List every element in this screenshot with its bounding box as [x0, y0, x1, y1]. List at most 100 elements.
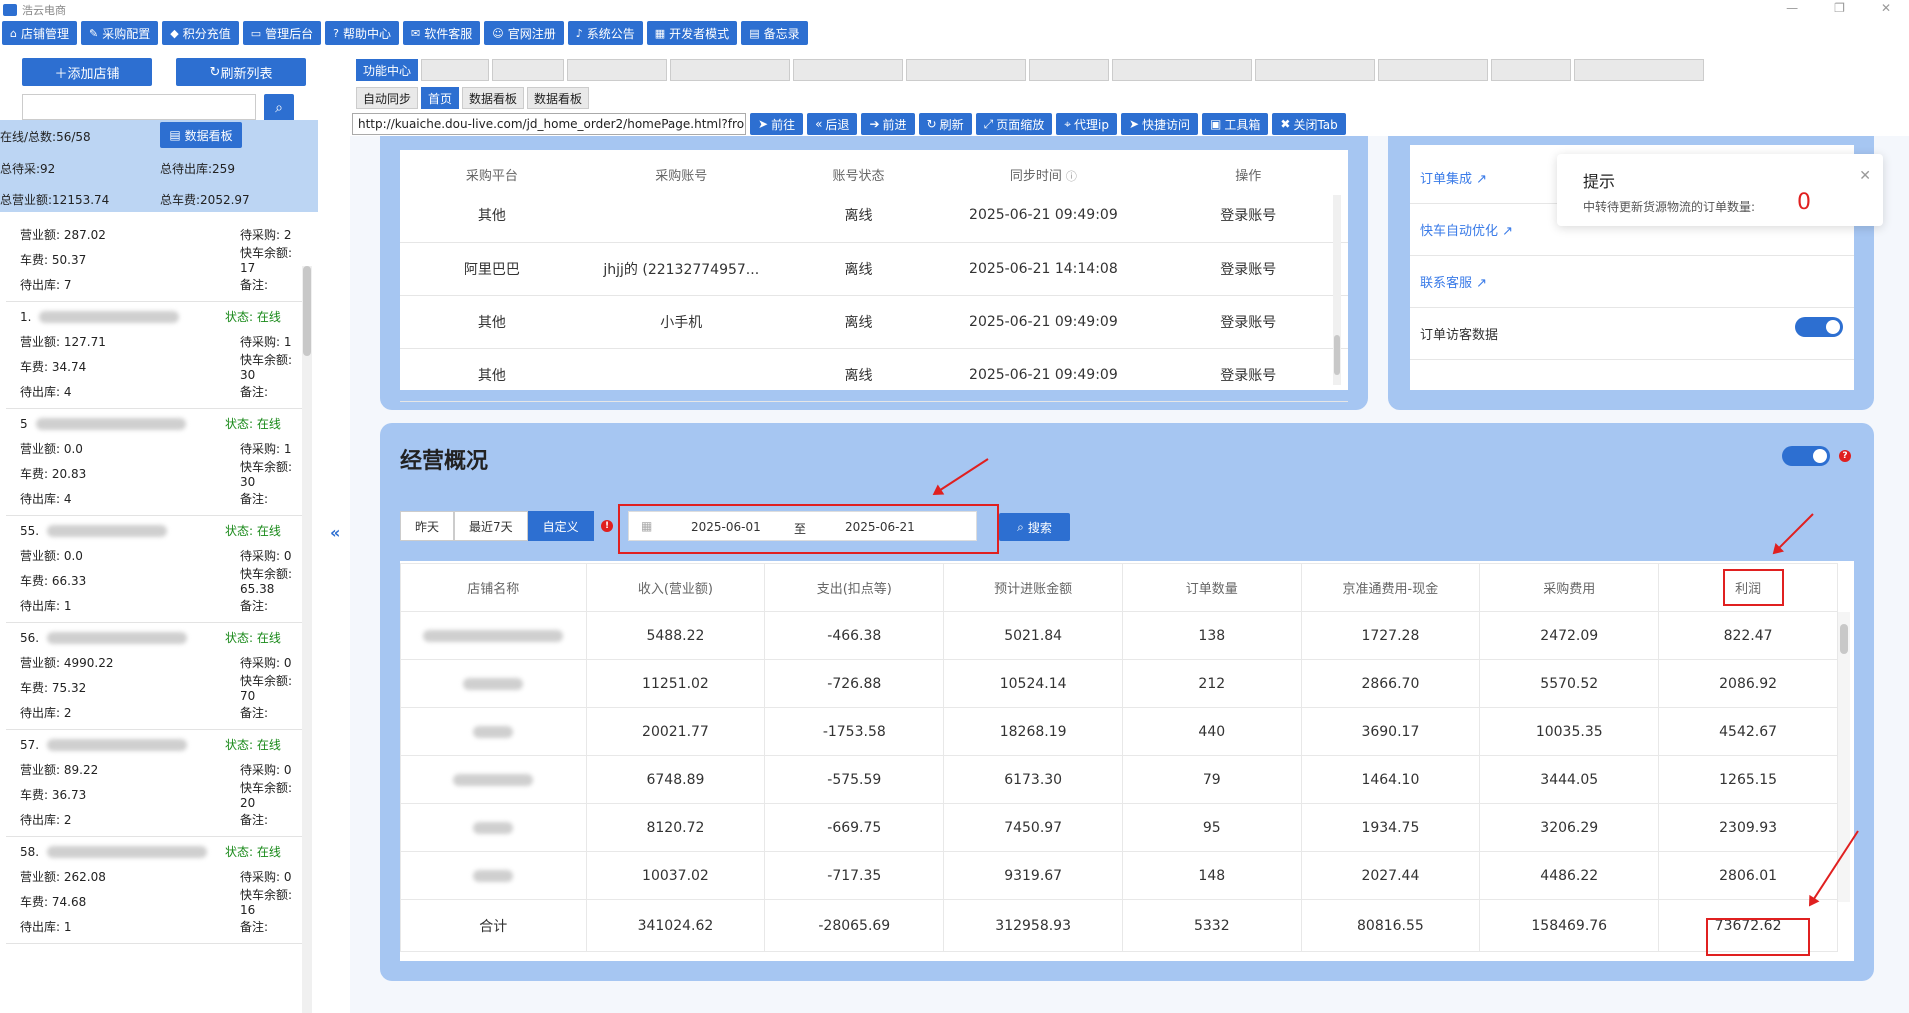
shop-item[interactable]: 55. 状态: 在线 营业额: 0.0 待采购: 0 车费: 66.33 快车余额: 65… [6, 516, 302, 623]
mainbar-button-1[interactable]: ✎ 采购配置 [81, 21, 159, 45]
mainbar-button-4[interactable]: ? 帮助中心 [325, 21, 399, 45]
mainbar-button-0[interactable]: ⌂ 店铺管理 [2, 21, 77, 45]
bell-icon: ♪ [575, 26, 583, 40]
overview-orders: 138 [1122, 611, 1302, 660]
shop-item[interactable]: 58. 状态: 在线 营业额: 262.08 待采购: 0 车费: 74.68 快车余额:… [6, 837, 302, 944]
tab-8[interactable] [1112, 59, 1253, 81]
tab-4[interactable] [670, 59, 791, 81]
shop-item[interactable]: 营业额: 287.02 待采购: 2 车费: 50.37 快车余额: 17 待出库: 7… [6, 220, 302, 302]
nav-button-8[interactable]: ✖ 关闭Tab [1272, 113, 1346, 135]
profit-header-highlight [1723, 569, 1784, 606]
mainbar-button-8[interactable]: ▦ 开发者模式 [646, 21, 738, 45]
shop-name-blurred [35, 417, 186, 430]
account-action[interactable]: 登录账号 [1148, 348, 1348, 402]
mainbar-button-7[interactable]: ♪ 系统公告 [567, 21, 643, 45]
right-link-2[interactable]: 联系客服 ↗ [1410, 256, 1854, 308]
shop-fee: 车费: 74.68 [20, 895, 87, 909]
nav-button-2[interactable]: ➔ 前进 [861, 113, 915, 135]
minimize-icon[interactable]: — [1786, 1, 1798, 15]
toast-close-icon[interactable]: ✕ [1859, 168, 1871, 184]
shop-item[interactable]: 1. 状态: 在线 营业额: 127.71 待采购: 1 车费: 34.74 快车余额: … [6, 302, 302, 409]
url-input[interactable]: http://kuaiche.dou-live.com/jd_home_orde… [352, 113, 746, 135]
tab-12[interactable] [1574, 59, 1705, 81]
overview-help-icon[interactable]: ? [1839, 450, 1851, 462]
shop-search-input[interactable] [22, 94, 256, 120]
maximize-icon[interactable]: ❐ [1834, 1, 1845, 15]
tab-1[interactable] [421, 59, 490, 81]
mainbar-button-2[interactable]: ◆ 积分充值 [162, 21, 239, 45]
shop-item[interactable]: 56. 状态: 在线 营业额: 4990.22 待采购: 0 车费: 75.32 快车余额… [6, 623, 302, 730]
mainbar-button-9[interactable]: ▤ 备忘录 [741, 21, 808, 45]
nav-button-1[interactable]: «后退 [807, 113, 858, 135]
nav-button-7[interactable]: ▣ 工具箱 [1202, 113, 1269, 135]
search-button[interactable]: ⌕ [264, 94, 294, 122]
tab-9[interactable] [1255, 59, 1376, 81]
close-window-icon[interactable]: ✕ [1881, 1, 1891, 15]
nav-button-5[interactable]: ⌖ 代理ip [1056, 113, 1117, 135]
nav-button-4[interactable]: ⤢ 页面缩放 [975, 113, 1053, 135]
quick-range-2[interactable]: 自定义 [527, 511, 594, 541]
date-range-highlight [618, 504, 999, 554]
tab-10[interactable] [1378, 59, 1489, 81]
sub-tab-0[interactable]: 自动同步 [356, 87, 419, 109]
overview-toggle[interactable] [1782, 446, 1830, 466]
overview-row: 20021.77 -1753.58 18268.19 440 3690.17 10035.… [400, 707, 1838, 756]
visitor-data-toggle[interactable] [1795, 317, 1843, 337]
accounts-scrollbar[interactable] [1333, 195, 1341, 385]
overview-profit: 1265.15 [1658, 755, 1838, 804]
dashboard-button[interactable]: ▤ 数据看板 [160, 122, 242, 148]
mainbar-label: 备忘录 [763, 26, 800, 41]
overview-profit: 2806.01 [1658, 851, 1838, 900]
tab-6[interactable] [906, 59, 1027, 81]
account-action[interactable]: 登录账号 [1148, 189, 1348, 243]
nav-button-0[interactable]: ➤ 前往 [750, 113, 804, 135]
right-link-3[interactable]: 订单访客数据 [1410, 308, 1854, 360]
mainbar-button-5[interactable]: ✉ 软件客服 [403, 21, 481, 45]
tab-2[interactable] [492, 59, 565, 81]
add-shop-button[interactable]: ＋添加店铺 [22, 58, 152, 86]
mainbar-button-3[interactable]: ▭ 管理后台 [242, 21, 322, 45]
shop-list-scrollbar[interactable] [302, 266, 312, 1013]
note-icon: ▤ [749, 26, 760, 40]
collapse-sidebar-icon[interactable]: « [330, 523, 340, 542]
tab-11[interactable] [1491, 59, 1572, 81]
quick-range-1[interactable]: 最近7天 [454, 511, 528, 541]
account-row: 阿里巴巴 jhjj的 (22132774957... 离线 2025-06-21 14… [400, 242, 1348, 296]
overview-purchase: 2472.09 [1479, 611, 1660, 660]
overview-profit: 822.47 [1658, 611, 1838, 660]
nav-button-3[interactable]: ↻ 刷新 [918, 113, 972, 135]
overview-search-button[interactable]: ⌕ 搜索 [999, 513, 1070, 541]
tab-0[interactable]: 功能中心 [356, 59, 419, 81]
nav-label: 快捷访问 [1142, 117, 1191, 132]
shop-fee: 车费: 75.32 [20, 681, 87, 695]
tab-5[interactable] [793, 59, 904, 81]
mainbar-label: 官网注册 [507, 26, 556, 41]
windows-icon: ▦ [654, 26, 666, 40]
overview-expense: -575.59 [764, 755, 945, 804]
overview-profit: 2309.93 [1658, 803, 1838, 852]
tab-7[interactable] [1029, 59, 1110, 81]
shop-item[interactable]: 5 状态: 在线 营业额: 0.0 待采购: 1 车费: 20.83 快车余额: 30 待出… [6, 409, 302, 516]
refresh-list-button[interactable]: ↻ 刷新列表 [176, 58, 306, 86]
mainbar-button-6[interactable]: ☺ 官网注册 [484, 21, 564, 45]
overview-title: 经营概况 [400, 449, 489, 474]
sub-tab-2[interactable]: 数据看板 [462, 87, 525, 109]
range-info-icon[interactable]: ! [601, 520, 613, 532]
shop-pending: 待采购: 0 [240, 763, 292, 777]
sub-tab-1[interactable]: 首页 [421, 87, 460, 109]
sub-tab-3[interactable]: 数据看板 [527, 87, 590, 109]
tab-3[interactable] [567, 59, 668, 81]
overview-jzt: 2866.70 [1300, 659, 1481, 708]
quick-range-0[interactable]: 昨天 [400, 511, 455, 541]
overview-row: 8120.72 -669.75 7450.97 95 1934.75 3206.29 230… [400, 803, 1838, 852]
shop-revenue: 营业额: 262.08 [20, 870, 106, 884]
nav-button-6[interactable]: ➤ 快捷访问 [1120, 113, 1199, 135]
account-action[interactable]: 登录账号 [1148, 295, 1348, 349]
shop-item[interactable]: 57. 状态: 在线 营业额: 89.22 待采购: 0 车费: 36.73 快车余额: … [6, 730, 302, 837]
shop-name-blurred [47, 524, 168, 537]
shop-revenue: 营业额: 4990.22 [20, 656, 114, 670]
overview-orders: 95 [1122, 803, 1302, 852]
shop-name-cell [400, 707, 587, 756]
account-action[interactable]: 登录账号 [1148, 242, 1348, 296]
help-icon[interactable]: ⓘ [1066, 170, 1077, 183]
